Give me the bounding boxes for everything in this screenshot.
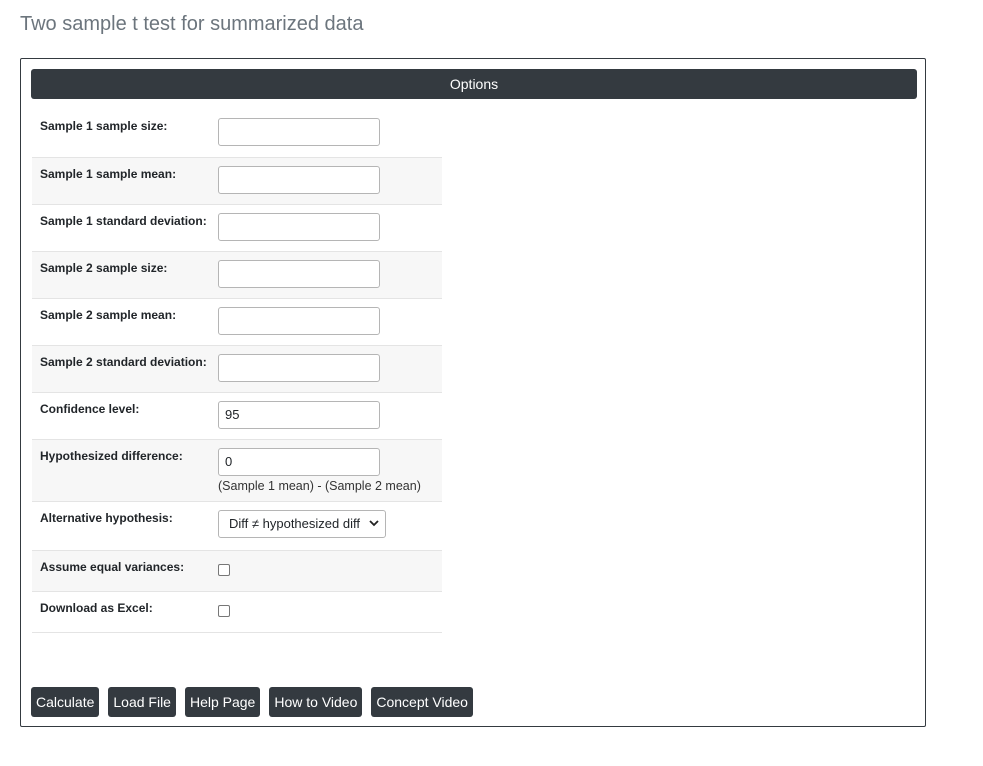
concept-video-button[interactable]: Concept Video: [371, 687, 473, 717]
sample1-mean-input[interactable]: [218, 165, 380, 194]
row-hypothesized-difference: Hypothesized difference: (Sample 1 mean)…: [32, 439, 442, 502]
sample2-sd-label: Sample 2 standard deviation:: [32, 345, 218, 393]
action-buttons: Calculate Load File Help Page How to Vid…: [31, 687, 473, 717]
equal-variances-checkbox[interactable]: [218, 563, 230, 576]
hypothesized-difference-hint: (Sample 1 mean) - (Sample 2 mean): [218, 478, 421, 493]
alternative-hypothesis-label: Alternative hypothesis:: [32, 501, 218, 551]
options-header: Options: [31, 69, 917, 99]
sample1-sd-input[interactable]: [218, 212, 380, 241]
hypothesized-difference-label: Hypothesized difference:: [32, 439, 218, 502]
hypothesized-difference-input[interactable]: [218, 447, 380, 476]
download-excel-label: Download as Excel:: [32, 591, 218, 633]
row-sample2-sd: Sample 2 standard deviation:: [32, 345, 442, 393]
sample2-sd-input[interactable]: [218, 353, 380, 382]
sample1-sd-label: Sample 1 standard deviation:: [32, 204, 218, 252]
row-sample2-mean: Sample 2 sample mean:: [32, 298, 442, 346]
alternative-hypothesis-select[interactable]: Diff ≠ hypothesized diff: [218, 509, 386, 538]
how-to-video-button[interactable]: How to Video: [269, 687, 363, 717]
row-sample1-mean: Sample 1 sample mean:: [32, 157, 442, 205]
sample1-size-input[interactable]: [218, 118, 380, 146]
chevron-down-icon: [369, 518, 379, 530]
row-download-excel: Download as Excel:: [32, 591, 442, 633]
alternative-hypothesis-selected: Diff ≠ hypothesized diff: [229, 516, 360, 531]
sample2-size-label: Sample 2 sample size:: [32, 251, 218, 299]
calculate-button[interactable]: Calculate: [31, 687, 100, 717]
confidence-label: Confidence level:: [32, 392, 218, 440]
row-equal-variances: Assume equal variances:: [32, 550, 442, 592]
options-form: Sample 1 sample size: Sample 1 sample me…: [32, 110, 442, 633]
row-confidence: Confidence level:: [32, 392, 442, 440]
row-alternative-hypothesis: Alternative hypothesis: Diff ≠ hypothesi…: [32, 501, 442, 551]
equal-variances-label: Assume equal variances:: [32, 550, 218, 592]
sample1-mean-label: Sample 1 sample mean:: [32, 157, 218, 205]
options-panel: Options Sample 1 sample size: Sample 1 s…: [20, 58, 926, 727]
sample2-mean-label: Sample 2 sample mean:: [32, 298, 218, 346]
load-file-button[interactable]: Load File: [108, 687, 176, 717]
row-sample1-size: Sample 1 sample size:: [32, 110, 442, 158]
sample2-mean-input[interactable]: [218, 306, 380, 335]
sample1-size-label: Sample 1 sample size:: [32, 110, 218, 158]
confidence-input[interactable]: [218, 400, 380, 429]
help-page-button[interactable]: Help Page: [184, 687, 261, 717]
download-excel-checkbox[interactable]: [218, 604, 230, 617]
page-title: Two sample t test for summarized data: [20, 13, 364, 35]
row-sample1-sd: Sample 1 standard deviation:: [32, 204, 442, 252]
sample2-size-input[interactable]: [218, 259, 380, 288]
row-sample2-size: Sample 2 sample size:: [32, 251, 442, 299]
